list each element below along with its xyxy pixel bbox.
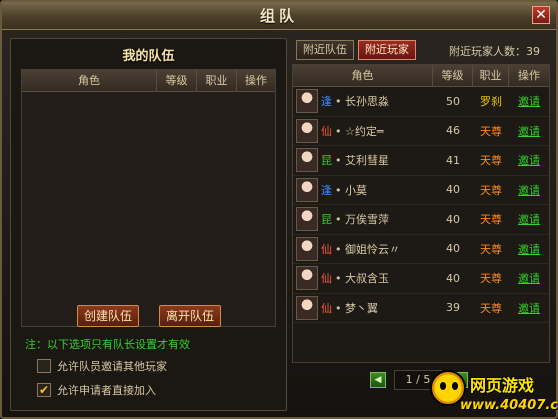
tab-nearby-player[interactable]: 附近玩家 xyxy=(358,40,416,60)
player-role-cell: 仙 • 大叔含玉 xyxy=(293,266,433,291)
avatar xyxy=(296,89,318,114)
avatar xyxy=(296,266,318,291)
col-role: 角色 xyxy=(293,65,433,86)
faction-badge: 逢 xyxy=(321,95,332,109)
allow-invite-label: 允许队员邀请其他玩家 xyxy=(57,360,167,373)
leave-team-button[interactable]: 离开队伍 xyxy=(159,305,221,327)
player-role-cell: 仙 • 梦丶翼 xyxy=(293,295,433,320)
my-team-panel: 我的队伍 角色 等级 职业 操作 创建队伍 离开队伍 注：以下选项只有队长设置才… xyxy=(10,38,287,411)
invite-link[interactable]: 邀请 xyxy=(509,93,549,109)
player-row[interactable]: 仙 • 大叔含玉 40 天尊 邀请 xyxy=(293,264,549,294)
player-name: • 小莫 xyxy=(335,183,367,197)
player-role-cell: 昆 • 艾利彗星 xyxy=(293,148,433,173)
col-level: 等级 xyxy=(433,65,473,86)
avatar xyxy=(296,236,318,261)
avatar xyxy=(296,177,318,202)
logo-text: 网页游戏 xyxy=(470,376,535,395)
invite-link[interactable]: 邀请 xyxy=(509,270,549,286)
window-title: 组队 xyxy=(2,2,556,30)
invite-link[interactable]: 邀请 xyxy=(509,300,549,316)
faction-badge: 昆 xyxy=(321,154,332,168)
player-role-cell: 仙 • 御姐怜云〃 xyxy=(293,236,433,261)
create-team-button[interactable]: 创建队伍 xyxy=(77,305,139,327)
player-row[interactable]: 昆 • 万俟雪萍 40 天尊 邀请 xyxy=(293,205,549,235)
team-window: 组队 ✕ 我的队伍 角色 等级 职业 操作 创建队伍 离开队伍 注：以下选项只有… xyxy=(0,0,558,419)
faction-badge: 仙 xyxy=(321,272,332,286)
my-team-list: 角色 等级 职业 操作 xyxy=(21,69,276,327)
player-level: 39 xyxy=(446,301,460,315)
avatar xyxy=(296,295,318,320)
option-allow-invite: 允许队员邀请其他玩家 xyxy=(37,357,167,375)
avatar xyxy=(296,207,318,232)
my-team-header: 角色 等级 职业 操作 xyxy=(22,70,275,92)
tab-nearby-team[interactable]: 附近队伍 xyxy=(296,40,354,60)
allow-invite-checkbox[interactable] xyxy=(37,359,51,373)
player-role-cell: 逢 • 小莫 xyxy=(293,177,433,202)
invite-link[interactable]: 邀请 xyxy=(509,182,549,198)
player-row[interactable]: 逢 • 小莫 40 天尊 邀请 xyxy=(293,176,549,205)
col-job: 职业 xyxy=(473,65,509,86)
player-role-cell: 仙 • ☆约定═ xyxy=(293,118,433,143)
player-row[interactable]: 昆 • 艾利彗星 41 天尊 邀请 xyxy=(293,146,549,176)
nearby-panel: 附近队伍 附近玩家 附近玩家人数：39 角色 等级 职业 操作 逢 • 长孙思淼 5… xyxy=(292,38,550,411)
player-level: 40 xyxy=(446,271,460,285)
player-job: 天尊 xyxy=(480,154,502,168)
invite-link[interactable]: 邀请 xyxy=(509,241,549,257)
player-job: 天尊 xyxy=(480,272,502,286)
prev-page-button[interactable]: ◀ xyxy=(370,372,386,388)
player-level: 40 xyxy=(446,242,460,256)
player-job: 天尊 xyxy=(480,183,502,197)
col-level: 等级 xyxy=(157,70,197,91)
player-level: 50 xyxy=(446,94,460,108)
option-allow-join: ✔ 允许申请者直接加入 xyxy=(37,381,156,399)
player-name: • ☆约定═ xyxy=(335,124,384,138)
avatar xyxy=(296,148,318,173)
allow-join-checkbox[interactable]: ✔ xyxy=(37,383,51,397)
player-name: • 梦丶翼 xyxy=(335,301,378,315)
player-role-cell: 逢 • 长孙思淼 xyxy=(293,89,433,114)
avatar xyxy=(296,118,318,143)
player-name: • 长孙思淼 xyxy=(335,95,389,109)
player-name: • 大叔含玉 xyxy=(335,272,389,286)
col-role: 角色 xyxy=(22,70,157,91)
player-job: 天尊 xyxy=(480,124,502,138)
invite-link[interactable]: 邀请 xyxy=(509,211,549,227)
player-rows: 逢 • 长孙思淼 50 罗刹 邀请仙 • ☆约定═ 46 天尊 邀请昆 • 艾利彗星 41 天尊 邀请逢… xyxy=(293,87,549,323)
faction-badge: 昆 xyxy=(321,213,332,227)
player-job: 天尊 xyxy=(480,301,502,315)
player-name: • 万俟雪萍 xyxy=(335,213,389,227)
player-job: 罗刹 xyxy=(480,95,502,109)
invite-link[interactable]: 邀请 xyxy=(509,152,549,168)
player-job: 天尊 xyxy=(480,242,502,256)
player-name: • 艾利彗星 xyxy=(335,154,389,168)
logo-url: www.40407.com xyxy=(460,398,558,413)
player-row[interactable]: 逢 • 长孙思淼 50 罗刹 邀请 xyxy=(293,87,549,117)
player-count: 附近玩家人数：39 xyxy=(449,45,540,58)
allow-join-label: 允许申请者直接加入 xyxy=(57,384,156,397)
leader-note: 注：以下选项只有队长设置才有效 xyxy=(25,338,190,351)
faction-badge: 仙 xyxy=(321,124,332,138)
player-name: • 御姐怜云〃 xyxy=(335,242,400,256)
player-job: 天尊 xyxy=(480,213,502,227)
player-level: 40 xyxy=(446,212,460,226)
faction-badge: 逢 xyxy=(321,183,332,197)
close-button[interactable]: ✕ xyxy=(532,6,550,24)
faction-badge: 仙 xyxy=(321,301,332,315)
player-row[interactable]: 仙 • ☆约定═ 46 天尊 邀请 xyxy=(293,117,549,146)
player-level: 46 xyxy=(446,124,460,138)
site-logo: 网页游戏 www.40407.com xyxy=(430,366,558,418)
faction-badge: 仙 xyxy=(321,242,332,256)
my-team-title: 我的队伍 xyxy=(122,49,175,64)
player-level: 41 xyxy=(446,153,460,167)
col-job: 职业 xyxy=(197,70,237,91)
player-role-cell: 昆 • 万俟雪萍 xyxy=(293,207,433,232)
col-op: 操作 xyxy=(518,69,540,82)
player-row[interactable]: 仙 • 御姐怜云〃 40 天尊 邀请 xyxy=(293,235,549,264)
player-table: 角色 等级 职业 操作 逢 • 长孙思淼 50 罗刹 邀请仙 • ☆约定═ 46 天尊 邀请昆 •… xyxy=(292,64,550,363)
player-row[interactable]: 仙 • 梦丶翼 39 天尊 邀请 xyxy=(293,294,549,323)
invite-link[interactable]: 邀请 xyxy=(509,123,549,139)
col-op: 操作 xyxy=(245,74,267,87)
player-level: 40 xyxy=(446,183,460,197)
player-table-header: 角色 等级 职业 操作 xyxy=(293,65,549,87)
